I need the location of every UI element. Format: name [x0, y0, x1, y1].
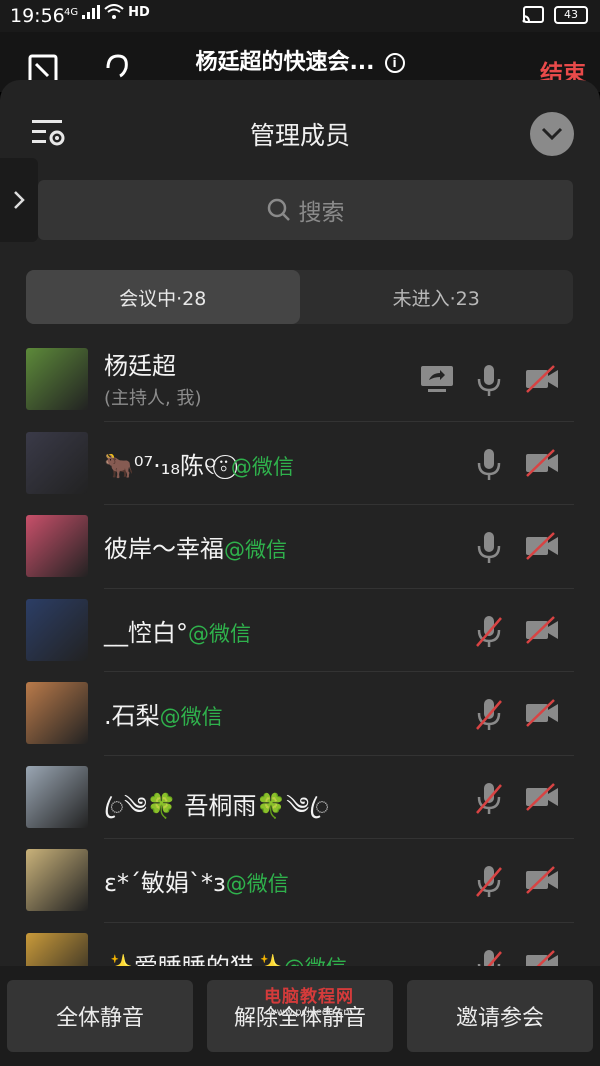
mic-icon[interactable]	[474, 531, 504, 565]
member-name-text: ɛ*´敏娟`*ɜ	[104, 869, 226, 897]
status-right: 43	[522, 6, 588, 24]
member-row[interactable]: 🐂⁰⁷·₁₈陈୧⍤⃝@微信	[0, 422, 600, 505]
avatar	[26, 348, 88, 410]
invite-button[interactable]: 邀请参会	[407, 980, 593, 1052]
network-label: 4G	[64, 6, 79, 18]
camera-off-icon[interactable]	[524, 698, 560, 728]
battery-indicator: 43	[554, 6, 588, 24]
network-indicator: 4G HD	[64, 4, 150, 20]
avatar	[26, 849, 88, 911]
member-name-text: 🐂⁰⁷·₁₈陈୧⍤⃝	[104, 451, 231, 480]
avatar	[26, 765, 88, 828]
wechat-tag: @微信	[230, 454, 294, 479]
camera-off-icon[interactable]	[524, 531, 560, 561]
member-name: __悾白°@微信	[104, 613, 251, 648]
member-row[interactable]: __悾白°@微信	[0, 589, 600, 672]
tab-not-joined[interactable]: 未进入·23	[300, 270, 574, 324]
wifi-icon	[104, 4, 124, 19]
tab-in-meeting[interactable]: 会议中·28	[26, 270, 300, 324]
wechat-tag: @微信	[225, 872, 289, 896]
avatar	[26, 598, 88, 661]
site-watermark: 电脑教程网 www.pcjyedu.cn	[234, 982, 384, 1018]
mic-icon[interactable]	[474, 364, 504, 398]
search-icon	[267, 198, 290, 221]
signal-icon	[82, 5, 101, 19]
meeting-title[interactable]: 杨廷超的快速会... i	[0, 44, 600, 76]
watermark-text: 电脑教程网	[264, 987, 354, 1007]
member-list: 杨廷超 (主持人, 我) 🐂⁰⁷·₁₈陈୧⍤⃝@微信 彼岸～幸福@微信 __悾白°@微信…	[0, 338, 600, 1006]
mic-muted-icon[interactable]	[474, 615, 504, 649]
avatar	[26, 682, 88, 744]
wechat-tag: @微信	[188, 621, 251, 646]
member-name: 彼岸～幸福@微信	[104, 529, 287, 564]
camera-off-icon[interactable]	[524, 448, 560, 478]
chevron-right-icon	[14, 191, 25, 209]
status-time: 19:56	[10, 5, 65, 27]
search-input[interactable]: 搜索	[38, 180, 573, 240]
member-row[interactable]: 彼岸～幸福@微信	[0, 505, 600, 589]
cast-icon	[522, 6, 544, 23]
search-placeholder: 搜索	[298, 200, 345, 226]
screen-share-icon[interactable]	[420, 364, 454, 394]
member-name-text: .石梨	[104, 702, 160, 730]
member-name-text: __悾白°	[104, 618, 188, 647]
avatar	[26, 515, 88, 577]
camera-off-icon[interactable]	[524, 364, 560, 394]
manage-members-panel: 管理成员 搜索 会议中·28 未进入·23 杨廷超 (主持人, 我) 🐂⁰⁷·₁₈陈…	[0, 80, 600, 1066]
member-row[interactable]: ꦿ༄🍀 吾桐雨🍀༄ꦿ	[0, 756, 600, 839]
wechat-tag: @微信	[224, 538, 287, 562]
camera-off-icon[interactable]	[524, 865, 560, 895]
member-role: (主持人, 我)	[104, 388, 202, 409]
mic-muted-icon[interactable]	[474, 782, 504, 816]
member-name-text: 杨廷超	[104, 352, 176, 380]
mic-muted-icon[interactable]	[474, 865, 504, 899]
member-name-text: ꦿ༄🍀 吾桐雨🍀༄ꦿ	[104, 791, 330, 820]
chevron-down-icon	[541, 127, 563, 141]
avatar	[26, 431, 88, 494]
member-tabs: 会议中·28 未进入·23	[26, 270, 573, 324]
member-name: .石梨@微信	[104, 696, 223, 731]
watermark-url: www.pcjyedu.cn	[268, 1007, 350, 1018]
member-row[interactable]: .石梨@微信	[0, 672, 600, 756]
status-bar: 19:56 4G HD 43	[0, 0, 600, 32]
member-name: ꦿ༄🍀 吾桐雨🍀༄ꦿ	[104, 780, 329, 847]
collapse-panel-button[interactable]	[530, 112, 574, 156]
mic-icon[interactable]	[474, 448, 504, 482]
wechat-tag: @微信	[159, 705, 223, 729]
side-expand-tab[interactable]	[0, 158, 38, 242]
member-row[interactable]: 杨廷超 (主持人, 我)	[0, 338, 600, 422]
info-icon[interactable]: i	[384, 53, 405, 73]
member-name: ɛ*´敏娟`*ɜ@微信	[104, 863, 289, 898]
member-name: 🐂⁰⁷·₁₈陈୧⍤⃝@微信	[104, 446, 294, 481]
panel-title: 管理成员	[249, 121, 350, 150]
meeting-title-text: 杨廷超的快速会...	[195, 50, 375, 75]
mute-all-button[interactable]: 全体静音	[7, 980, 193, 1052]
member-name: 杨廷超	[104, 346, 176, 381]
hd-label: HD	[128, 4, 150, 20]
member-name-text: 彼岸～幸福	[104, 535, 224, 563]
mic-muted-icon[interactable]	[474, 698, 504, 732]
camera-off-icon[interactable]	[524, 615, 560, 645]
camera-off-icon[interactable]	[524, 782, 560, 812]
member-row[interactable]: ɛ*´敏娟`*ɜ@微信	[0, 839, 600, 923]
